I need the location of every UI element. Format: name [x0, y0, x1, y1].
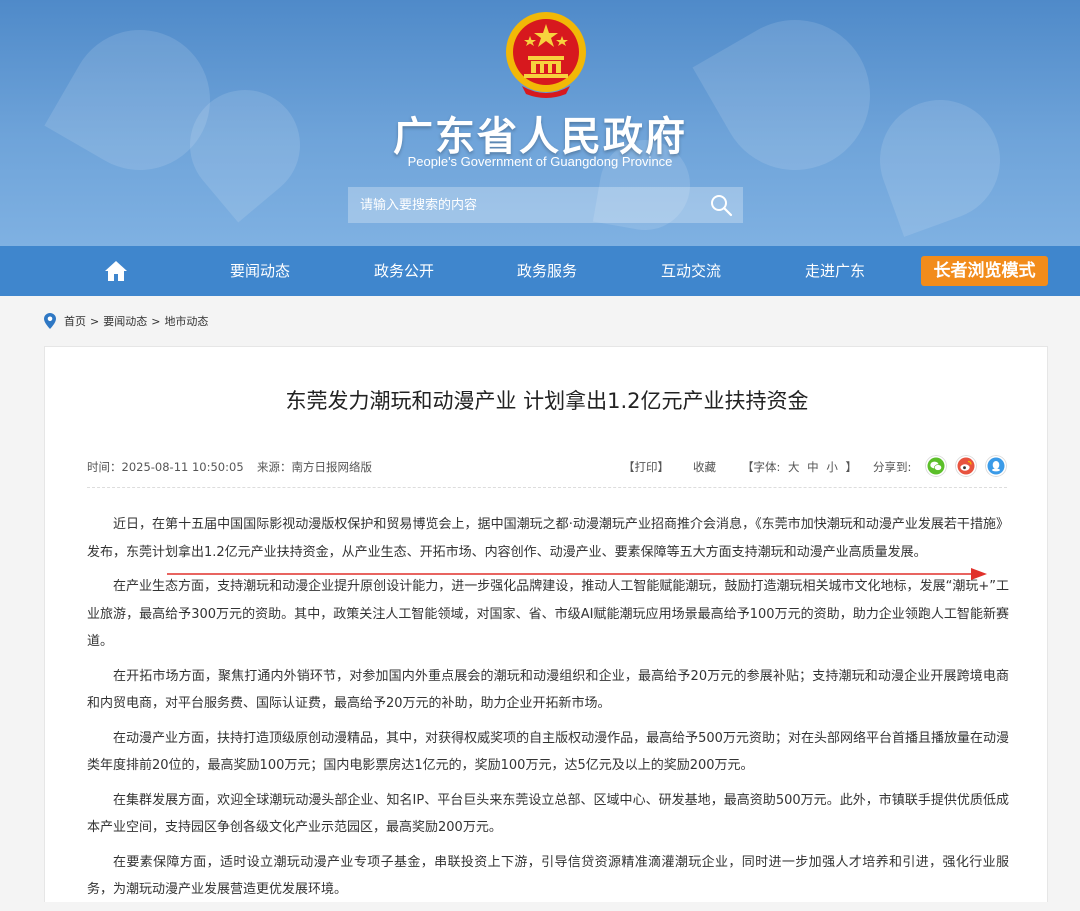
- share-label: 分享到:: [873, 460, 912, 474]
- article-paragraph: 近日，在第十五届中国国际影视动漫版权保护和贸易博览会上，据中国潮玩之都·动漫潮玩…: [87, 517, 1009, 560]
- site-header: 广东省人民政府 People's Government of Guangdong…: [0, 0, 1080, 246]
- article-title: 东莞发力潮玩和动漫产业 计划拿出1.2亿元产业扶持资金: [285, 389, 809, 413]
- print-button[interactable]: 【打印】: [623, 459, 669, 475]
- favorite-button[interactable]: 收藏: [693, 459, 716, 475]
- search-box: [348, 187, 743, 223]
- breadcrumb: 首页 > 要闻动态 > 地市动态: [44, 312, 208, 330]
- nav-item-about-guangdong[interactable]: 走进广东: [785, 246, 885, 296]
- annotation-arrow: [167, 568, 987, 580]
- main-nav: 要闻动态 政务公开 政务服务 互动交流 走进广东: [0, 246, 1080, 296]
- breadcrumb-separator: >: [151, 314, 161, 328]
- article-paragraph: 在产业生态方面，支持潮玩和动漫企业提升原创设计能力，进一步强化品牌建设，推动人工…: [87, 579, 1009, 649]
- breadcrumb-home[interactable]: 首页: [64, 313, 86, 329]
- article-paragraph: 在动漫产业方面，扶持打造顶级原创动漫精品，其中，对获得权威奖项的自主版权动漫作品…: [87, 730, 1009, 774]
- elder-mode-button[interactable]: 长者浏览模式: [921, 256, 1048, 286]
- breadcrumb-city-news[interactable]: 地市动态: [164, 313, 208, 329]
- site-subtitle: People's Government of Guangdong Provinc…: [407, 154, 673, 169]
- article-paragraph: 在要素保障方面，适时设立潮玩动漫产业专项子基金，串联投资上下游，引导信贷资源精准…: [87, 854, 1009, 898]
- nav-item-gov-affairs[interactable]: 政务公开: [354, 246, 454, 296]
- publish-time: 时间：2025-08-11 10:50:05: [87, 460, 244, 474]
- breadcrumb-separator: >: [90, 314, 100, 328]
- nav-item-gov-services[interactable]: 政务服务: [497, 246, 597, 296]
- home-icon[interactable]: [104, 260, 128, 282]
- article-card: 东莞发力潮玩和动漫产业 计划拿出1.2亿元产业扶持资金 时间：2025-08-1…: [44, 346, 1048, 902]
- meta-divider: [87, 487, 1007, 488]
- national-emblem-icon: [506, 12, 586, 98]
- search-icon[interactable]: [709, 193, 733, 217]
- wechat-icon[interactable]: [925, 455, 947, 477]
- nav-item-interaction[interactable]: 互动交流: [641, 246, 741, 296]
- breadcrumb-news[interactable]: 要闻动态: [103, 313, 147, 329]
- article-paragraph: 在开拓市场方面，聚焦打通内外销环节，对参加国内外重点展会的潮玩和动漫组织和企业，…: [87, 668, 1009, 712]
- nav-item-news[interactable]: 要闻动态: [210, 246, 310, 296]
- weibo-icon[interactable]: [955, 455, 977, 477]
- font-size-selector[interactable]: 【字体: 大 中 小 】: [742, 459, 857, 475]
- article-source: 来源：南方日报网络版: [257, 460, 372, 474]
- article-paragraph: 在集群发展方面，欢迎全球潮玩动漫头部企业、知名IP、平台巨头来东莞设立总部、区域…: [87, 792, 1009, 836]
- qq-icon[interactable]: [985, 455, 1007, 477]
- search-input[interactable]: [348, 187, 698, 223]
- article-meta: 时间：2025-08-11 10:50:05 来源：南方日报网络版 【打印】 收…: [87, 455, 1007, 479]
- location-pin-icon: [44, 313, 56, 329]
